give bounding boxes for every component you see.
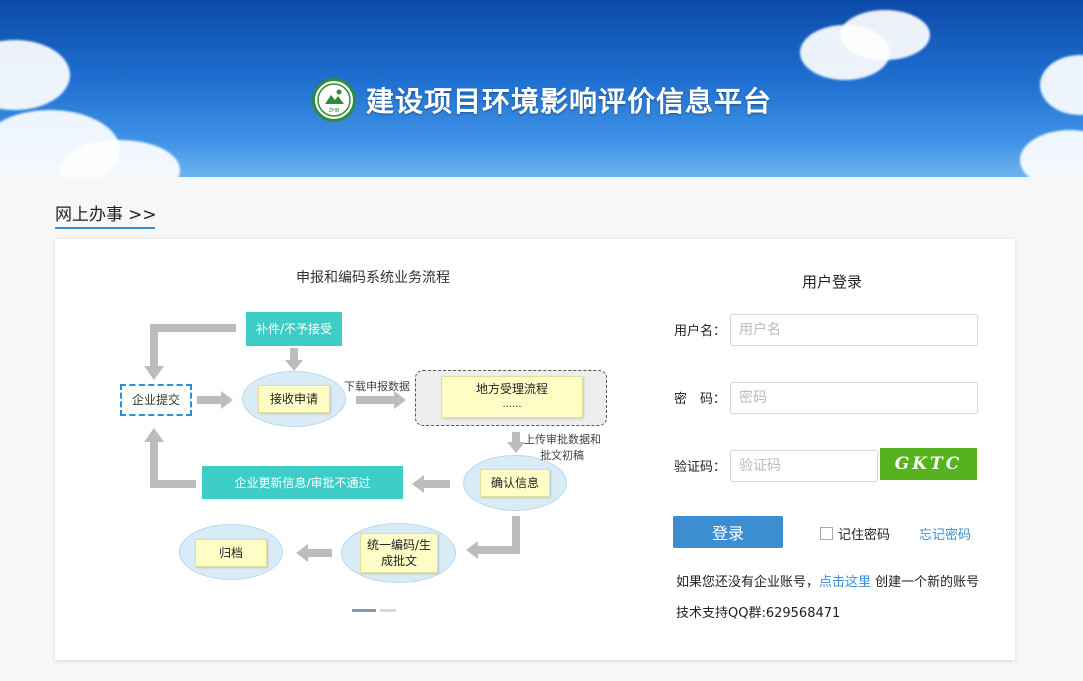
password-label: 密 码：: [674, 392, 727, 407]
tech-support: 技术支持QQ群:629568471: [676, 606, 841, 621]
section-heading-text: 网上办事: [55, 205, 123, 225]
register-hint: 如果您还没有企业账号，点击这里 创建一个新的账号: [676, 571, 979, 590]
edge-label-download: 下载申报数据: [344, 380, 410, 393]
flow-node-supplement: 补件/不予接受: [246, 312, 342, 346]
environment-logo-icon: ZHB: [312, 78, 356, 122]
captcha-image[interactable]: GKTC: [880, 448, 977, 480]
flow-node-confirm: 确认信息: [480, 469, 550, 497]
flow-node-local-process: 地方受理流程 ......: [441, 376, 583, 418]
site-header: ZHB 建设项目环境影响评价信息平台: [0, 0, 1083, 177]
register-link[interactable]: 点击这里: [819, 575, 871, 590]
flow-node-coding: 统一编码/生 成批文: [360, 533, 438, 573]
edge-label-upload-1: 上传审批数据和: [524, 433, 601, 446]
captcha-label: 验证码：: [674, 460, 727, 475]
cloud-decoration: [0, 40, 70, 110]
remember-checkbox[interactable]: [820, 527, 833, 540]
section-heading-suffix: >>: [128, 205, 157, 225]
login-title: 用户登录: [802, 273, 863, 291]
password-input[interactable]: [730, 382, 978, 414]
forgot-password-link[interactable]: 忘记密码: [919, 524, 971, 543]
section-underline: [55, 227, 155, 229]
cloud-decoration: [840, 10, 930, 60]
flow-node-archive: 归档: [195, 539, 267, 567]
svg-text:ZHB: ZHB: [329, 108, 340, 114]
username-label: 用户名：: [674, 324, 727, 339]
cloud-decoration: [1040, 55, 1083, 115]
local-process-label: 地方受理流程: [475, 382, 548, 396]
cloud-decoration: [1020, 130, 1083, 177]
register-suffix: 创建一个新的账号: [871, 575, 980, 590]
register-prefix: 如果您还没有企业账号，: [676, 575, 820, 590]
edge-label-upload-2: 批文初稿: [540, 449, 584, 462]
section-heading: 网上办事 >>: [55, 200, 157, 225]
local-process-sub: ......: [502, 399, 522, 410]
remember-label: 记住密码: [838, 528, 891, 543]
site-title: 建设项目环境影响评价信息平台: [366, 85, 773, 118]
flow-node-update-info: 企业更新信息/审批不通过: [202, 466, 403, 499]
brand: ZHB 建设项目环境影响评价信息平台: [312, 78, 772, 122]
flow-title: 申报和编码系统业务流程: [296, 270, 450, 286]
login-button[interactable]: 登录: [673, 516, 783, 548]
carousel-dot[interactable]: [380, 609, 396, 612]
carousel-dot-active[interactable]: [352, 609, 376, 612]
captcha-input[interactable]: [730, 450, 878, 482]
flow-node-enterprise-submit: 企业提交: [120, 384, 192, 416]
flow-node-receive: 接收申请: [258, 385, 330, 413]
username-input[interactable]: [730, 314, 978, 346]
remember-password[interactable]: 记住密码: [820, 524, 890, 543]
